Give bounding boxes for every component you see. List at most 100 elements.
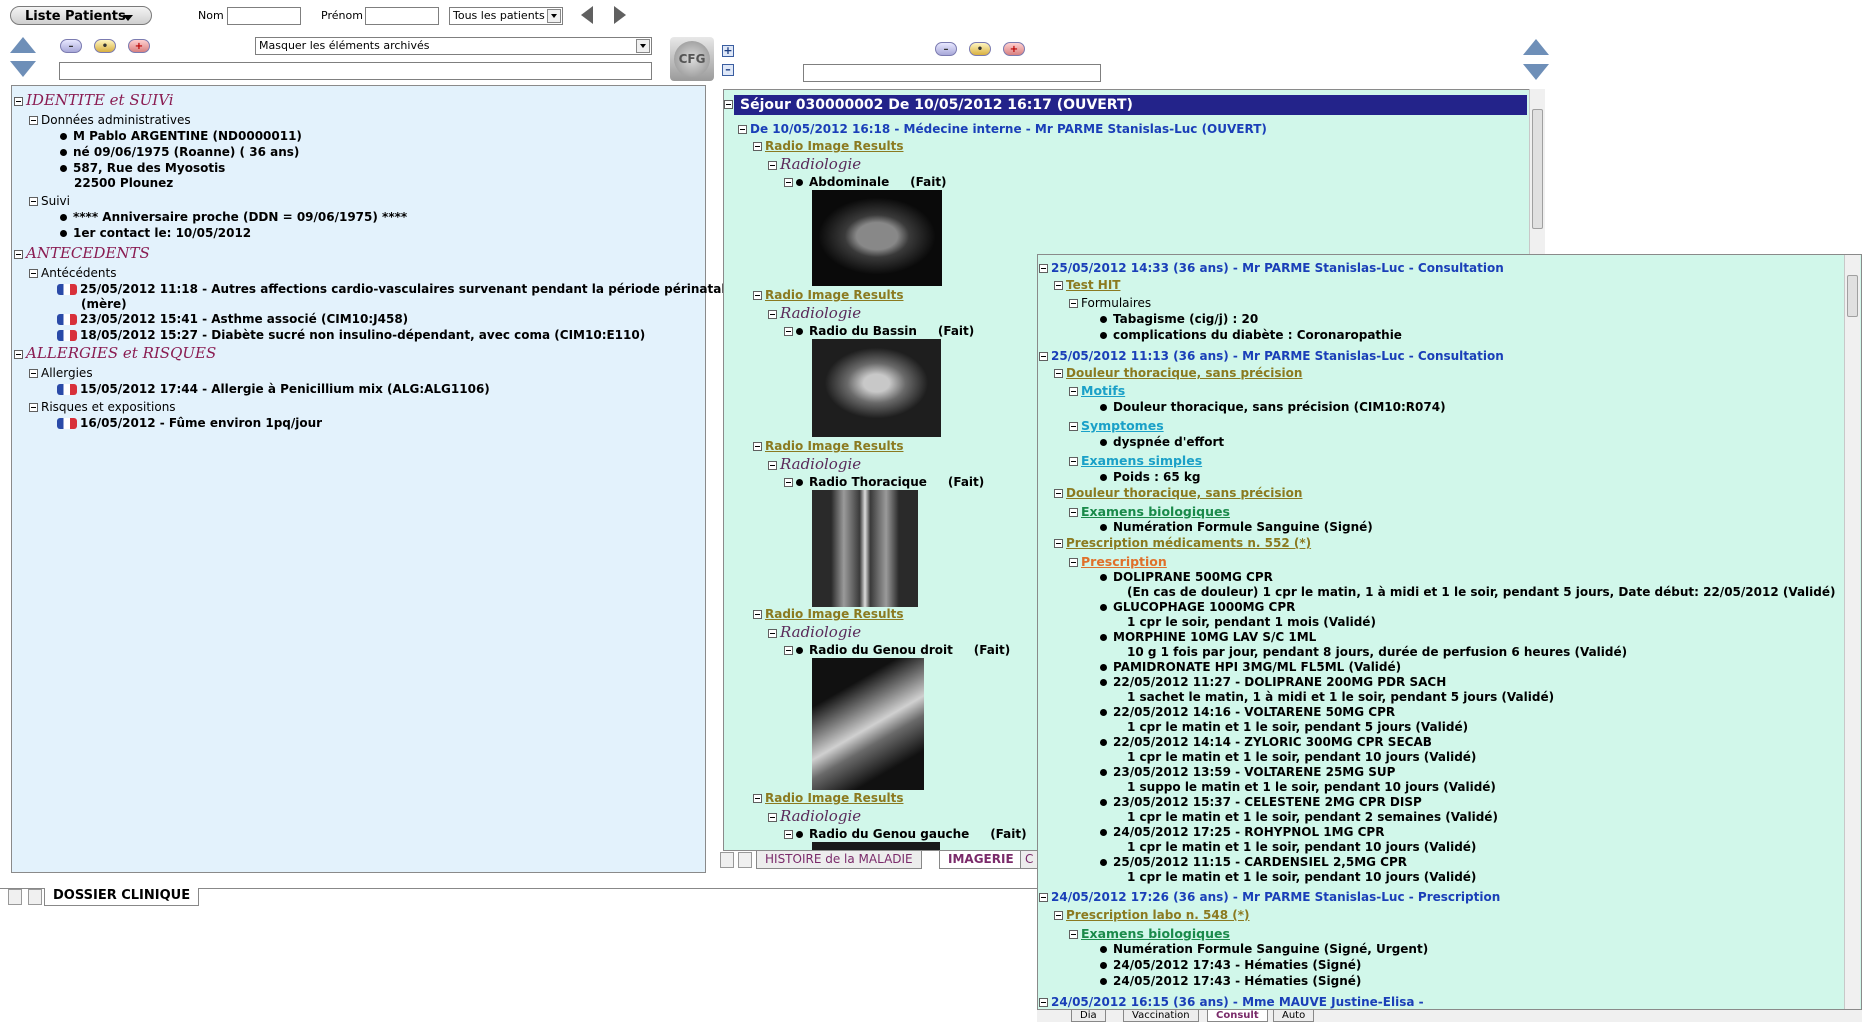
tab-prev-button[interactable]: [720, 852, 734, 868]
scroll-up-arrow-icon[interactable]: [10, 37, 36, 53]
collapse-icon[interactable]: [1039, 893, 1048, 902]
add-pill-icon-right[interactable]: +: [1003, 42, 1025, 56]
collapse-icon[interactable]: [768, 310, 777, 319]
right-search-input[interactable]: [803, 64, 1101, 82]
collapse-pill-icon-right[interactable]: –: [935, 42, 957, 56]
add-pill-icon[interactable]: +: [128, 39, 150, 53]
consultation-entry-2[interactable]: 25/05/2012 11:13 (36 ans) - Mr PARME Sta…: [1039, 349, 1504, 363]
tab-histoire-maladie[interactable]: HISTOIRE de la MALADIE: [756, 851, 922, 869]
collapse-icon[interactable]: [1054, 911, 1063, 920]
scroll-down-arrow-icon[interactable]: [10, 61, 36, 77]
scroll-thumb[interactable]: [1532, 109, 1543, 229]
edit-pill-icon[interactable]: •: [94, 39, 116, 53]
collapse-icon[interactable]: [724, 100, 733, 109]
left-search-input[interactable]: [59, 62, 652, 80]
collapse-icon[interactable]: [1069, 558, 1078, 567]
collapse-icon[interactable]: [29, 369, 38, 378]
abdominal-ct-image[interactable]: [812, 190, 942, 286]
collapse-icon[interactable]: [1054, 489, 1063, 498]
collapse-icon[interactable]: [1039, 264, 1048, 273]
consultation-entry-1[interactable]: 25/05/2012 14:33 (36 ans) - Mr PARME Sta…: [1039, 261, 1504, 275]
suivi-node[interactable]: Suivi: [29, 194, 70, 208]
radio-group[interactable]: Radio Image Results: [753, 288, 904, 302]
collapse-icon[interactable]: [14, 97, 23, 106]
collapse-icon[interactable]: [29, 197, 38, 206]
knee-left-xray-image[interactable]: [812, 842, 940, 850]
collapse-icon[interactable]: [1054, 539, 1063, 548]
prenom-input[interactable]: [365, 7, 439, 25]
tab-dia[interactable]: Dia: [1071, 1010, 1106, 1022]
prescription-node[interactable]: Prescription: [1069, 554, 1167, 569]
tab-next-button[interactable]: [28, 889, 42, 905]
douleur-node-2[interactable]: Douleur thoracique, sans précision: [1054, 486, 1302, 500]
collapse-icon[interactable]: [1069, 508, 1078, 517]
archive-filter-select[interactable]: Masquer les éléments archivés: [255, 37, 652, 55]
list-item[interactable]: 25/05/2012 11:18 - Autres affections car…: [57, 282, 829, 296]
list-item[interactable]: 18/05/2012 15:27 - Diabète sucré non ins…: [57, 328, 645, 342]
sejour-header[interactable]: Séjour 030000002 De 10/05/2012 16:17 (OU…: [734, 95, 1527, 115]
collapse-icon[interactable]: [753, 610, 762, 619]
collapse-icon[interactable]: [29, 403, 38, 412]
exam-item[interactable]: Abdominale (Fait): [784, 175, 947, 189]
collapse-icon[interactable]: [14, 250, 23, 259]
collapse-all-icon[interactable]: –: [722, 64, 734, 76]
collapse-icon[interactable]: [1069, 422, 1078, 431]
examens-simples-node[interactable]: Examens simples: [1069, 453, 1202, 468]
previous-patient-icon[interactable]: [581, 6, 593, 24]
admin-node[interactable]: Données administratives: [29, 113, 191, 127]
collapse-icon[interactable]: [784, 178, 793, 187]
tab-dossier-clinique[interactable]: DOSSIER CLINIQUE: [44, 888, 200, 906]
antecedents-node[interactable]: Antécédents: [29, 266, 116, 280]
next-patient-icon[interactable]: [614, 6, 626, 24]
medication-item[interactable]: 22/05/2012 11:27 - DOLIPRANE 200MG PDR S…: [1100, 675, 1446, 689]
examens-bio-node[interactable]: Examens biologiques: [1069, 504, 1230, 519]
collapse-icon[interactable]: [1069, 387, 1078, 396]
collapse-icon[interactable]: [29, 269, 38, 278]
medication-item[interactable]: DOLIPRANE 500MG CPR: [1100, 570, 1273, 584]
nom-input[interactable]: [227, 7, 301, 25]
risques-node[interactable]: Risques et expositions: [29, 400, 176, 414]
allergies-section[interactable]: ALLERGIES et RISQUES: [14, 344, 216, 362]
collapse-icon[interactable]: [784, 830, 793, 839]
douleur-node[interactable]: Douleur thoracique, sans précision: [1054, 366, 1302, 380]
list-item[interactable]: 23/05/2012 15:41 - Asthme associé (CIM10…: [57, 312, 408, 326]
consultation-entry-3[interactable]: 24/05/2012 17:26 (36 ans) - Mr PARME Sta…: [1039, 890, 1500, 904]
tab-prev-button[interactable]: [8, 889, 22, 905]
identite-section[interactable]: IDENTITE et SUIVi: [14, 91, 174, 109]
collapse-icon[interactable]: [768, 813, 777, 822]
list-item[interactable]: 15/05/2012 17:44 - Allergie à Penicilliu…: [57, 382, 490, 396]
pelvis-xray-image[interactable]: [812, 339, 941, 437]
scroll-thumb[interactable]: [1847, 275, 1858, 317]
medication-item[interactable]: GLUCOPHAGE 1000MG CPR: [1100, 600, 1295, 614]
antecedents-section[interactable]: ANTECEDENTS: [14, 244, 150, 262]
exam-item[interactable]: Radio du Bassin (Fait): [784, 324, 974, 338]
medication-item[interactable]: MORPHINE 10MG LAV S/C 1ML: [1100, 630, 1316, 644]
collapse-icon[interactable]: [784, 478, 793, 487]
tab-auto[interactable]: Auto: [1273, 1010, 1315, 1022]
allergies-node[interactable]: Allergies: [29, 366, 93, 380]
tab-consult[interactable]: Consult: [1207, 1010, 1268, 1022]
knee-xray-image[interactable]: [812, 658, 924, 790]
collapse-icon[interactable]: [1069, 930, 1078, 939]
collapse-icon[interactable]: [753, 794, 762, 803]
expand-all-icon[interactable]: +: [722, 45, 734, 57]
motifs-node[interactable]: Motifs: [1069, 383, 1125, 398]
tab-next-button[interactable]: [738, 852, 752, 868]
collapse-icon[interactable]: [1054, 281, 1063, 290]
collapse-icon[interactable]: [738, 125, 747, 134]
radio-group[interactable]: Radio Image Results: [753, 139, 904, 153]
collapse-pill-icon[interactable]: –: [60, 39, 82, 53]
medication-item[interactable]: 23/05/2012 15:37 - CELESTENE 2MG CPR DIS…: [1100, 795, 1422, 809]
exam-item[interactable]: Radio du Genou gauche (Fait): [784, 827, 1027, 841]
test-hit-node[interactable]: Test HIT: [1054, 278, 1120, 292]
radiologie-node[interactable]: Radiologie: [768, 455, 861, 473]
scroll-up-arrow-icon-right[interactable]: [1523, 39, 1549, 55]
collapse-icon[interactable]: [1039, 352, 1048, 361]
scroll-down-arrow-icon-right[interactable]: [1523, 64, 1549, 80]
collapse-icon[interactable]: [29, 116, 38, 125]
radiologie-node[interactable]: Radiologie: [768, 807, 861, 825]
collapse-icon[interactable]: [1069, 457, 1078, 466]
medication-item[interactable]: 22/05/2012 14:14 - ZYLORIC 300MG CPR SEC…: [1100, 735, 1432, 749]
visit-node[interactable]: De 10/05/2012 16:18 - Médecine interne -…: [738, 122, 1267, 136]
collapse-icon[interactable]: [784, 327, 793, 336]
